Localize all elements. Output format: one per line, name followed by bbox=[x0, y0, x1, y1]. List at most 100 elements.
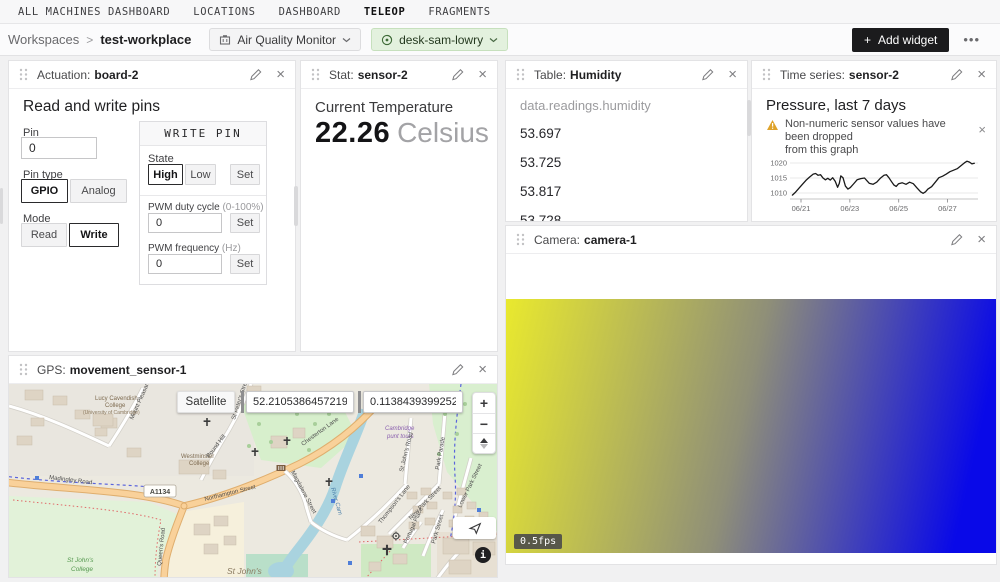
table-row: 53.697 bbox=[520, 119, 737, 148]
widget-timeseries: Time series:sensor-2 × Pressure, last 7 … bbox=[751, 60, 997, 222]
stat-body: Current Temperature 22.26 Celsius bbox=[301, 89, 497, 351]
zoom-out-button[interactable]: − bbox=[473, 413, 495, 433]
pwm-freq-set-button[interactable]: Set bbox=[230, 254, 260, 274]
x-tick-label: 06/21 bbox=[792, 204, 811, 213]
resize-handle[interactable] bbox=[294, 186, 298, 226]
pwm-duty-input[interactable] bbox=[148, 213, 222, 233]
navigation-arrow-icon bbox=[468, 521, 482, 535]
table-row: 53.725 bbox=[520, 148, 737, 177]
widget-stat: Stat:sensor-2 × Current Temperature 22.2… bbox=[300, 60, 498, 352]
widget-timeseries-header: Time series:sensor-2 × bbox=[752, 61, 996, 89]
close-widget-icon[interactable]: × bbox=[977, 67, 986, 82]
machine-label: desk-sam-lowry bbox=[399, 33, 483, 47]
y-tick-label: 1020 bbox=[770, 159, 787, 168]
edit-widget-icon[interactable] bbox=[950, 68, 963, 81]
edit-widget-icon[interactable] bbox=[701, 68, 714, 81]
pressure-chart: 10101015102006/2106/2306/2506/27 bbox=[764, 151, 986, 217]
widget-gps-header: GPS:movement_sensor-1 × bbox=[9, 356, 497, 384]
write-pin-panel: WRITE PIN State High Low Set PWM duty cy… bbox=[139, 121, 267, 285]
dismiss-warning-icon[interactable]: × bbox=[978, 122, 986, 137]
edit-widget-icon[interactable] bbox=[950, 233, 963, 246]
workspace-icon bbox=[219, 34, 231, 46]
nav-item-fragments[interactable]: FRAGMENTS bbox=[428, 6, 490, 18]
locate-button[interactable] bbox=[453, 517, 496, 539]
tilt-control[interactable] bbox=[473, 433, 495, 453]
widget-actuation-header: Actuation:board-2 × bbox=[9, 61, 295, 89]
breadcrumb-root[interactable]: Workspaces bbox=[8, 32, 79, 47]
map-info-button[interactable]: i bbox=[475, 547, 491, 563]
write-pin-header: WRITE PIN bbox=[140, 122, 266, 146]
warning-icon bbox=[767, 120, 778, 130]
drag-handle-icon[interactable] bbox=[762, 68, 771, 81]
pin-type-gpio-button[interactable]: GPIO bbox=[21, 179, 68, 203]
resize-handle[interactable] bbox=[747, 100, 751, 136]
nav-item-locations[interactable]: LOCATIONS bbox=[193, 6, 255, 18]
pwm-duty-set-button[interactable]: Set bbox=[230, 213, 260, 233]
close-widget-icon[interactable]: × bbox=[728, 67, 737, 82]
edit-widget-icon[interactable] bbox=[451, 363, 464, 376]
table-row: 53.817 bbox=[520, 177, 737, 206]
nav-item-teleop[interactable]: TELEOP bbox=[364, 6, 406, 18]
teleop-dashboard: ALL MACHINES DASHBOARD LOCATIONS DASHBOARD… bbox=[0, 0, 1000, 582]
widget-title: Stat:sensor-2 bbox=[329, 68, 408, 82]
stat-value-row: 22.26 Celsius bbox=[315, 117, 489, 150]
close-widget-icon[interactable]: × bbox=[478, 362, 487, 377]
x-tick-label: 06/27 bbox=[938, 204, 957, 213]
drag-handle-icon[interactable] bbox=[19, 363, 28, 376]
widget-title: Actuation:board-2 bbox=[37, 68, 138, 82]
toolbar: Workspaces > test-workplace Air Quality … bbox=[0, 24, 1000, 56]
widget-title: Camera:camera-1 bbox=[534, 233, 637, 247]
nav-item-dashboard[interactable]: DASHBOARD bbox=[279, 6, 341, 18]
pin-input[interactable] bbox=[21, 137, 97, 159]
drag-handle-icon[interactable] bbox=[516, 68, 525, 81]
machine-icon bbox=[381, 34, 393, 46]
latitude-input[interactable] bbox=[246, 391, 354, 413]
add-widget-button[interactable]: + Add widget bbox=[852, 28, 949, 52]
fps-badge: 0.5fps bbox=[514, 534, 562, 549]
resize-handle[interactable] bbox=[0, 188, 3, 224]
nav-item-all-machines-dashboard[interactable]: ALL MACHINES DASHBOARD bbox=[18, 6, 170, 18]
x-tick-label: 06/23 bbox=[840, 204, 859, 213]
zoom-in-button[interactable]: + bbox=[473, 393, 495, 413]
widget-title: Table:Humidity bbox=[534, 68, 621, 82]
map-zoom-controls: + − bbox=[472, 392, 496, 454]
timeseries-body: Pressure, last 7 days Non-numeric sensor… bbox=[752, 89, 996, 221]
state-low-button[interactable]: Low bbox=[185, 164, 216, 185]
close-widget-icon[interactable]: × bbox=[276, 67, 285, 82]
panel-divider bbox=[140, 195, 266, 196]
breadcrumb-separator: > bbox=[86, 33, 93, 47]
pin-type-analog-button[interactable]: Analog bbox=[70, 179, 127, 203]
map-label: Lucy Cavendish bbox=[95, 396, 138, 402]
edit-widget-icon[interactable] bbox=[451, 68, 464, 81]
edit-widget-icon[interactable] bbox=[249, 68, 262, 81]
state-high-button[interactable]: High bbox=[148, 164, 183, 185]
mode-read-button[interactable]: Read bbox=[21, 223, 67, 247]
map-label: (University of Cambridge) bbox=[83, 410, 140, 416]
state-set-button[interactable]: Set bbox=[230, 164, 260, 185]
machine-select[interactable]: desk-sam-lowry bbox=[371, 28, 508, 51]
widget-title: GPS:movement_sensor-1 bbox=[37, 363, 186, 377]
workspace-select[interactable]: Air Quality Monitor bbox=[209, 28, 361, 51]
stat-value: 22.26 bbox=[315, 117, 390, 150]
close-widget-icon[interactable]: × bbox=[478, 67, 487, 82]
overflow-menu-icon[interactable]: ••• bbox=[963, 32, 980, 47]
museum-icon bbox=[277, 465, 286, 471]
drag-handle-icon[interactable] bbox=[19, 68, 28, 81]
drag-handle-icon[interactable] bbox=[311, 68, 320, 81]
tilt-down-icon bbox=[480, 444, 488, 449]
satellite-toggle-button[interactable]: Satellite bbox=[177, 391, 235, 413]
longitude-input[interactable] bbox=[363, 391, 463, 413]
pwm-freq-input[interactable] bbox=[148, 254, 222, 274]
drag-handle-icon[interactable] bbox=[516, 233, 525, 246]
close-widget-icon[interactable]: × bbox=[977, 232, 986, 247]
gps-map-container: A1134 Madingley RoadMount PleasantLucy C… bbox=[9, 384, 497, 577]
breadcrumb-current: test-workplace bbox=[100, 32, 191, 47]
chevron-down-icon bbox=[342, 37, 351, 43]
mode-write-button[interactable]: Write bbox=[69, 223, 119, 247]
actuation-title: Read and write pins bbox=[23, 98, 160, 116]
widget-title: Time series:sensor-2 bbox=[780, 68, 899, 82]
road-badge: A1134 bbox=[144, 485, 176, 497]
widget-table-header: Table:Humidity × bbox=[506, 61, 747, 89]
chevron-down-icon bbox=[489, 37, 498, 43]
workspace-label: Air Quality Monitor bbox=[237, 33, 336, 47]
